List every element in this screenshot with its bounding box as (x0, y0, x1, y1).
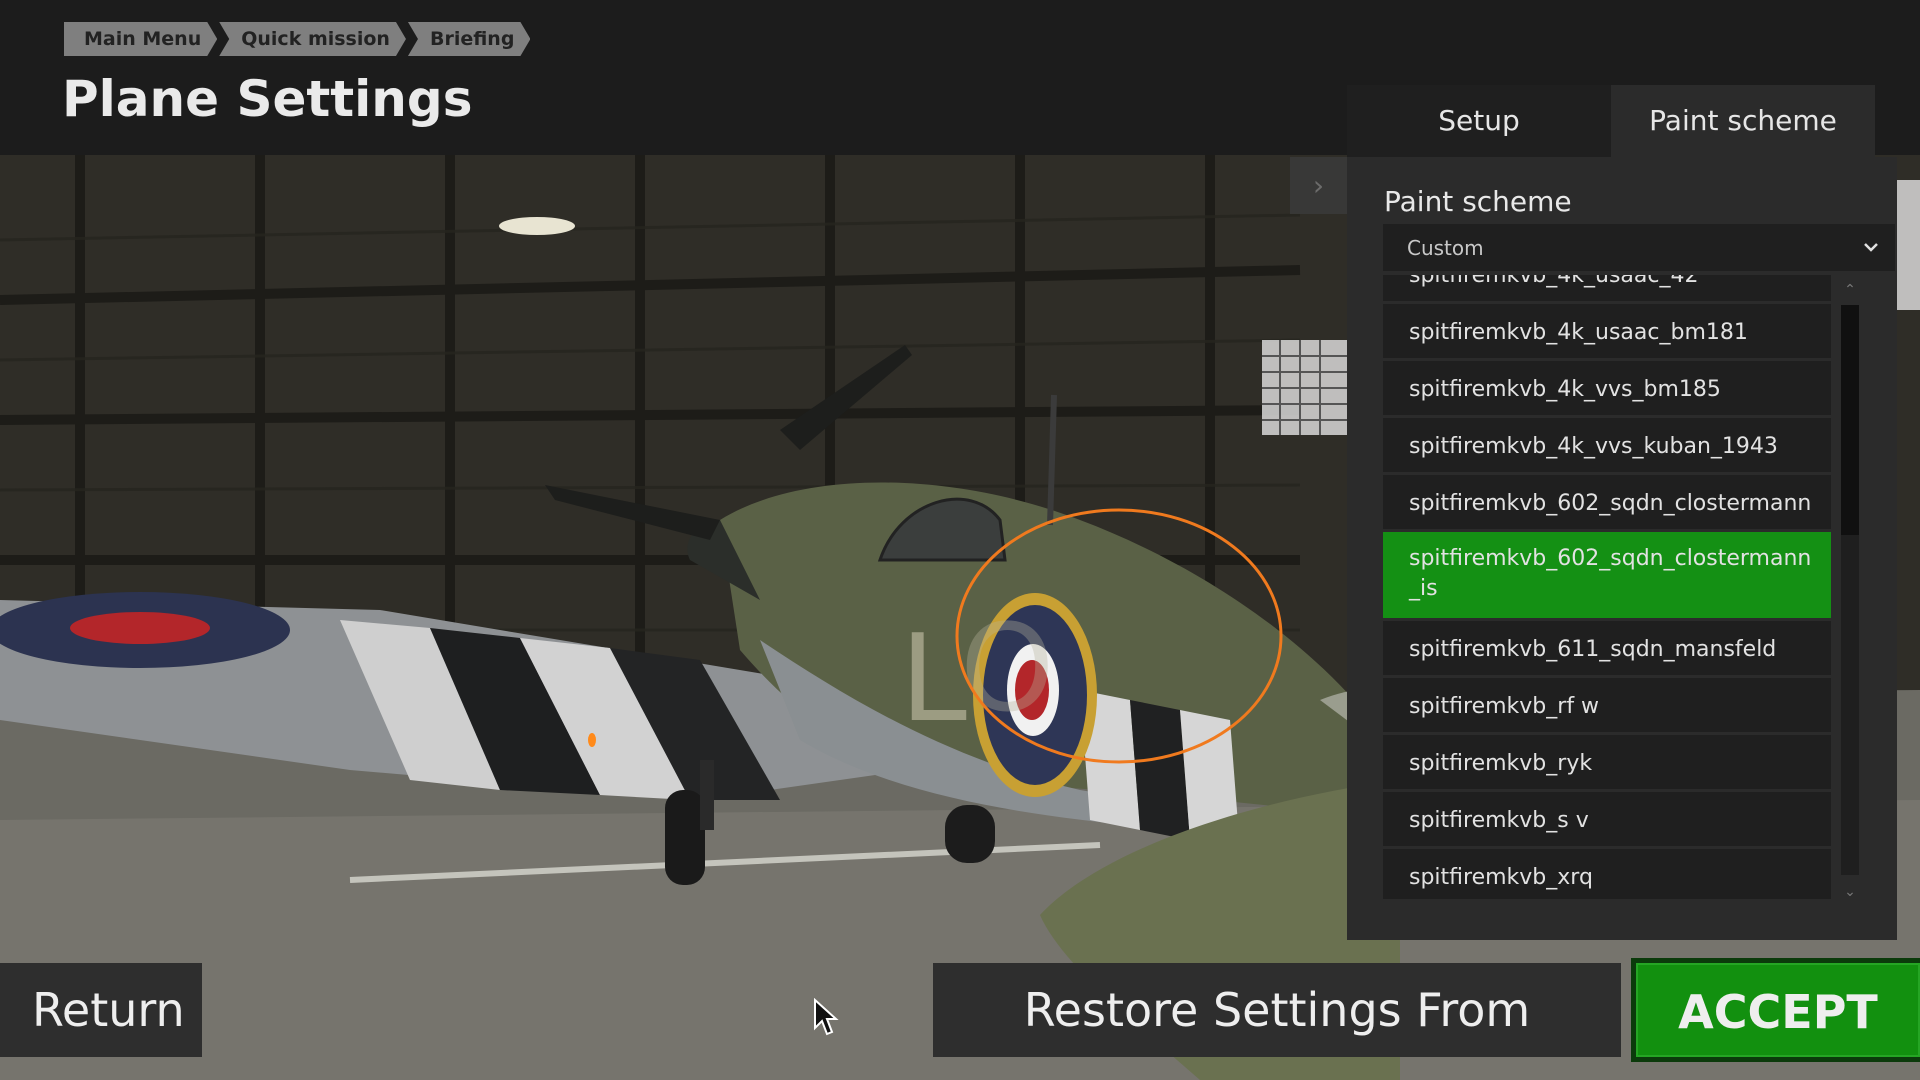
list-item[interactable]: spitfiremkvb_xrq (1383, 849, 1831, 899)
page-title: Plane Settings (62, 70, 473, 128)
chevron-right-icon: › (1312, 169, 1325, 202)
list-item[interactable]: spitfiremkvb_4k_usaac_bm181 (1383, 304, 1831, 358)
breadcrumb-main-menu[interactable]: Main Menu (64, 22, 217, 56)
scroll-up-icon[interactable]: ⌃ (1841, 281, 1859, 299)
breadcrumb-quick-mission[interactable]: Quick mission (219, 22, 406, 56)
paint-scheme-panel: Paint scheme Custom spitfiremkvb_4k_usaa… (1347, 157, 1897, 940)
list-item[interactable]: spitfiremkvb_602_sqdn_clostermann _is (1383, 532, 1831, 618)
breadcrumb-briefing[interactable]: Briefing (408, 22, 530, 56)
settings-tabs: Setup Paint scheme (1347, 85, 1875, 157)
list-item[interactable]: spitfiremkvb_4k_vvs_kuban_1943 (1383, 418, 1831, 472)
collapse-panel-button[interactable]: › (1290, 157, 1347, 214)
tab-setup[interactable]: Setup (1347, 85, 1611, 157)
list-item[interactable]: spitfiremkvb_rf w (1383, 678, 1831, 732)
list-item[interactable]: spitfiremkvb_602_sqdn_clostermann (1383, 475, 1831, 529)
dropdown-value: Custom (1407, 235, 1484, 260)
mouse-cursor-icon (814, 998, 839, 1036)
paint-scheme-label: Paint scheme (1384, 185, 1572, 218)
return-button[interactable]: Return (0, 963, 202, 1057)
breadcrumb: Main Menu Quick mission Briefing (64, 22, 532, 56)
list-item[interactable]: spitfiremkvb_4k_usaac_42 (1383, 275, 1831, 301)
scrollbar[interactable] (1841, 305, 1859, 875)
paint-scheme-dropdown[interactable]: Custom (1383, 224, 1895, 271)
svg-text:O: O (960, 600, 1054, 739)
list-item[interactable]: spitfiremkvb_s v (1383, 792, 1831, 846)
tab-paint-scheme[interactable]: Paint scheme (1611, 85, 1875, 157)
restore-settings-button[interactable]: Restore Settings From Mission (933, 963, 1621, 1080)
accept-button[interactable]: ACCEPT (1636, 963, 1920, 1057)
scroll-down-icon[interactable]: ⌄ (1841, 883, 1859, 901)
paint-scheme-list[interactable]: spitfiremkvb_4k_usaac_42 spitfiremkvb_4k_… (1383, 275, 1831, 899)
list-item[interactable]: spitfiremkvb_611_sqdn_mansfeld (1383, 621, 1831, 675)
chevron-down-icon (1864, 243, 1878, 252)
scrollbar-thumb[interactable] (1841, 305, 1859, 535)
list-item[interactable]: spitfiremkvb_4k_vvs_bm185 (1383, 361, 1831, 415)
list-item[interactable]: spitfiremkvb_ryk (1383, 735, 1831, 789)
